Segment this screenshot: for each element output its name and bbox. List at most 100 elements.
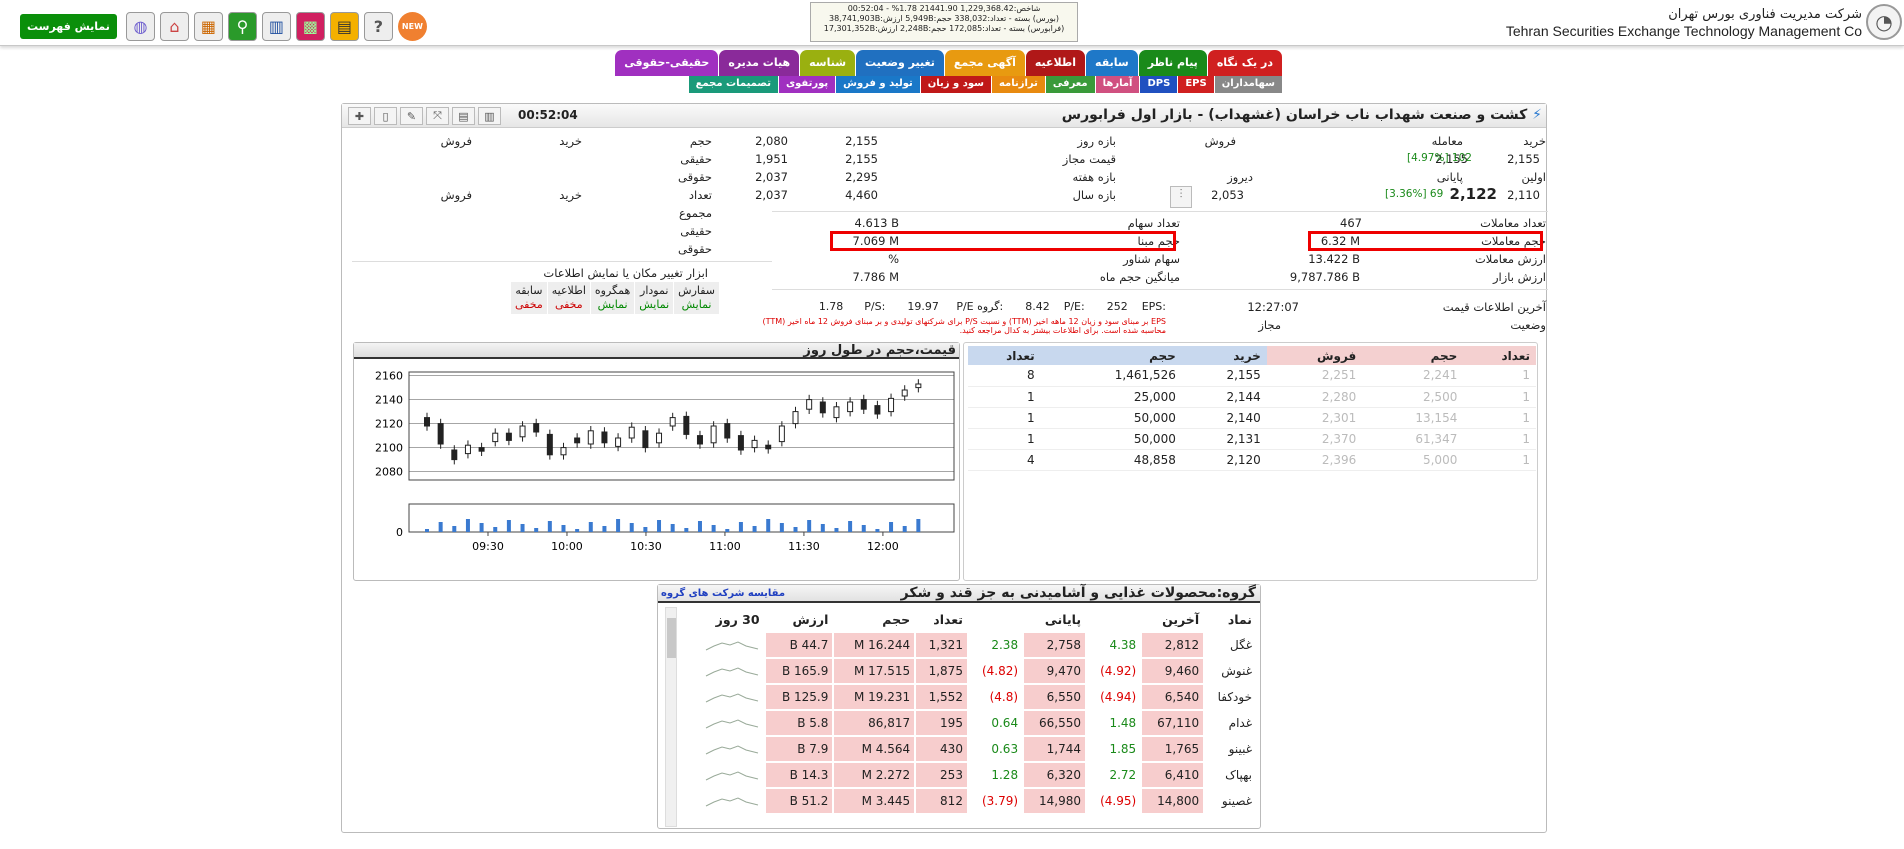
candle-body [424, 417, 430, 427]
tab-6[interactable]: شناسه [800, 50, 856, 76]
tab-7[interactable]: هیات مدیره [719, 50, 800, 76]
add-icon[interactable]: ✚ [348, 107, 371, 125]
last-update-label: آخرین اطلاعات قیمت [1442, 300, 1546, 314]
ob-cell: 2,301 [1266, 407, 1363, 429]
x-tick-label: 10:30 [630, 540, 662, 553]
home-icon[interactable]: ⌂ [159, 12, 189, 41]
table-row[interactable]: غبینو 1,765 1.85 1,744 0.63 430 4.564 M 7.9 B [684, 737, 1256, 761]
ob-cell: 4 [968, 449, 1041, 471]
show-list-button[interactable]: نمایش فهرست [20, 14, 117, 39]
plot-frame [408, 371, 955, 481]
group-symbol[interactable]: غصینو [1205, 789, 1256, 813]
group-symbol[interactable]: غدام [1205, 711, 1256, 735]
x-tick-label: 11:30 [788, 540, 820, 553]
divider [772, 211, 1548, 212]
ob-cell: 50,000 [1040, 428, 1182, 450]
book-icon[interactable]: ▥ [261, 12, 291, 41]
group-cell: 2.272 M [834, 763, 915, 787]
group-symbol[interactable]: بهپاک [1205, 763, 1256, 787]
subtab-3[interactable]: آمارها [1095, 76, 1140, 93]
ob-cell: 1 [1463, 386, 1536, 408]
tab-5[interactable]: تغییر وضعیت [856, 50, 944, 76]
group-symbol[interactable]: غگل [1205, 633, 1256, 657]
table-row[interactable]: 1 50,000 2,131 2,370 61,347 1 [968, 428, 1536, 450]
subtab-4[interactable]: معرفی [1045, 76, 1095, 93]
tab-0[interactable]: در یک نگاه [1207, 50, 1282, 76]
candle-body [915, 383, 922, 389]
toggle-0[interactable]: سفارش نمایش [673, 281, 721, 315]
group-scrollbar[interactable] [665, 607, 677, 827]
tab-4[interactable]: آگهی مجمع [944, 50, 1025, 76]
tab-2[interactable]: سابقه [1086, 50, 1138, 76]
ob-cell: 1 [968, 428, 1041, 450]
subtab-1[interactable]: EPS [1178, 76, 1214, 93]
subtab-5[interactable]: ترازنامه [991, 76, 1045, 93]
new-badge-icon[interactable]: NEW [397, 12, 427, 41]
market-index-ticker[interactable]: شاخص:1,229,368.42 21441.90 1.78% - 00:52… [810, 2, 1078, 42]
subtab-8[interactable]: پورتفوی [778, 76, 836, 93]
volume-bar [738, 522, 743, 532]
group-cell: 125.9 B [765, 685, 833, 709]
subtab-7[interactable]: تولید و فروش [836, 76, 920, 93]
table-row[interactable]: غنوش 9,460 (4.92) 9,470 (4.82) 1,875 17.515 M1… [684, 659, 1256, 683]
edit-icon[interactable]: ✎ [400, 107, 423, 125]
group-cell: 4.38 [1109, 638, 1137, 652]
yday-label: دیروز [1227, 170, 1253, 184]
grid-icon[interactable]: ▩ [295, 12, 325, 41]
table-row[interactable]: بهپاک 6,410 2.72 6,320 1.28 253 2.272 M 14.3 B [684, 763, 1256, 787]
chart-svg[interactable]: 2160 2140 2120 2100 2080 0 09:30 10:00 10:30 11:0… [354, 360, 959, 580]
group-header: نماد آخرین پایانی تعداد حجم ارزش 30 روز [684, 607, 1256, 631]
toggle-3[interactable]: اطلاعیه مخفی [546, 281, 591, 315]
group-col-header: ارزش [792, 611, 829, 627]
help-icon[interactable]: ? [363, 12, 393, 41]
subtab-6[interactable]: سود و زیان [920, 76, 991, 93]
table-row[interactable]: 4 48,858 2,120 2,396 5,000 1 [968, 449, 1536, 471]
toggle-4[interactable]: سابقه مخفی [510, 281, 548, 315]
table-row[interactable]: غصینو 14,800 (4.95) 14,980 (3.79) 812 3.445 M5… [684, 789, 1256, 813]
table-row[interactable]: 8 1,461,526 2,155 2,251 2,241 1 [968, 365, 1536, 387]
subtab-2[interactable]: DPS [1140, 76, 1178, 93]
group-cell: 2.38 [991, 638, 1019, 652]
trade-value-label: ارزش معاملات [1474, 252, 1546, 266]
volume-bar [902, 526, 907, 532]
globe-icon[interactable]: ◍ [125, 12, 155, 41]
ratios-line: 1.78 P/S: 19.97 P/E گروه: 8.42 P/E: 252 … [818, 300, 1166, 313]
toggle-2[interactable]: همگروه نمایش [589, 281, 636, 315]
candle-body [492, 432, 499, 443]
candles-icon[interactable]: ▥ [478, 107, 501, 125]
day-range-hi: 2,155 [845, 134, 878, 148]
volume-bar [766, 519, 771, 532]
calculator-icon[interactable]: ▤ [452, 107, 475, 125]
compare-link[interactable]: مقایسه شرکت های گروه [661, 588, 785, 599]
subtab-9[interactable]: تصمیمات مجمع [688, 76, 778, 93]
search-icon[interactable]: ⚲ [227, 12, 257, 41]
tab-8[interactable]: حقیقی-حقوقی [615, 50, 719, 76]
sparkline-30d [684, 685, 764, 709]
tsetmc-logo-icon[interactable]: ◔ [1866, 4, 1902, 40]
table-row[interactable]: غدام 67,110 1.48 66,550 0.64 195 86,817 5.8 B [684, 711, 1256, 735]
toggle-1[interactable]: نمودار نمایش [634, 281, 675, 315]
group-symbol[interactable]: غبینو [1205, 737, 1256, 761]
candle-body [574, 437, 581, 444]
candle-body [519, 425, 526, 438]
indicator-icon[interactable]: ⤧ [426, 107, 449, 125]
table-row[interactable]: غگل 2,812 4.38 2,758 2.38 1,321 16.244 M 44.7 B [684, 633, 1256, 657]
volume-bar [779, 523, 784, 532]
sliders-icon[interactable]: ⫶ [1170, 186, 1192, 208]
group-symbol[interactable]: خودکفا [1205, 685, 1256, 709]
table-row[interactable]: خودکفا 6,540 (4.94) 6,550 (4.8) 1,552 19.231 M… [684, 685, 1256, 709]
group-symbol[interactable]: غنوش [1205, 659, 1256, 683]
tab-1[interactable]: پیام ناظر [1138, 50, 1207, 76]
delete-icon[interactable]: ▯ [374, 107, 397, 125]
order-book-table: تعداد حجم خرید فروش حجم تعداد 8 1,461,526 2,155 2… [968, 346, 1536, 471]
candle-body [683, 415, 690, 435]
group-col-header: 30 روز [715, 611, 760, 627]
table-row[interactable]: 1 50,000 2,140 2,301 13,154 1 [968, 407, 1536, 429]
first-label: اولین [1521, 170, 1546, 184]
subtab-0[interactable]: سهامداران [1214, 76, 1282, 93]
candle-body [874, 405, 881, 415]
table-row[interactable]: 1 25,000 2,144 2,280 2,500 1 [968, 386, 1536, 408]
table-icon[interactable]: ▦ [193, 12, 223, 41]
tab-3[interactable]: اطلاعیه [1025, 50, 1086, 76]
chat-icon[interactable]: ▤ [329, 12, 359, 41]
